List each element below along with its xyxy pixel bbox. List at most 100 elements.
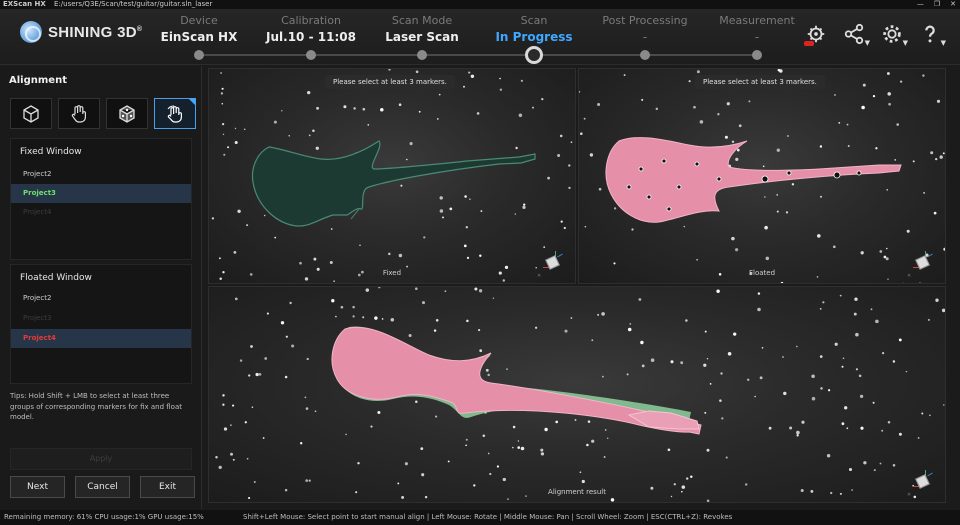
step-value: Laser Scan (385, 30, 459, 44)
orientation-gizmo-icon[interactable]: ✕ (907, 470, 933, 498)
marker-dot (583, 117, 586, 120)
step-dot[interactable] (417, 50, 427, 60)
step-dot[interactable] (194, 50, 204, 60)
marker-dot (912, 160, 915, 163)
marker-dot (776, 210, 779, 213)
minimize-button[interactable]: — (917, 0, 924, 9)
step-scan-mode[interactable]: Scan Mode Laser Scan (357, 14, 487, 45)
status-bar: Remaining memory: 61% CPU usage:1% GPU u… (0, 510, 960, 525)
cube-align-icon[interactable] (10, 98, 52, 129)
marker-dot (230, 424, 232, 427)
marker-dot (733, 332, 737, 336)
marker-dot (738, 124, 742, 128)
marker-dot (465, 444, 467, 447)
marker-dot (859, 394, 864, 399)
marker-dot (819, 308, 822, 310)
marker-dot (613, 262, 616, 265)
fixed-project-item-selected[interactable]: Project3 (11, 184, 191, 203)
marker-dot (439, 209, 444, 213)
marker-align-icon[interactable] (106, 98, 148, 129)
marker-dot (655, 107, 659, 111)
floated-viewport[interactable]: Please select at least 3 markers. Floate… (578, 68, 946, 284)
marker-dot (641, 98, 644, 101)
marker-dot (335, 315, 337, 318)
share-icon[interactable]: ▼ (842, 23, 870, 47)
remote-service-icon[interactable] (804, 23, 828, 47)
fixed-guitar-model (251, 140, 536, 227)
marker-dot (761, 346, 764, 349)
floated-project-item-disabled: Project3 (23, 314, 52, 322)
marker-dot (613, 207, 617, 210)
step-dot-current[interactable] (525, 46, 543, 64)
marker-dot (515, 146, 518, 150)
apply-button[interactable]: Apply (10, 448, 192, 470)
floated-project-item-selected[interactable]: Project4 (11, 329, 191, 348)
step-dot[interactable] (640, 50, 650, 60)
help-icon[interactable]: ▼ (918, 23, 946, 47)
marker-dot (873, 469, 876, 472)
marker-dot (721, 417, 724, 420)
floated-project-item[interactable]: Project2 (11, 289, 191, 308)
marker-dot (465, 438, 468, 441)
step-post-processing[interactable]: Post Processing - (580, 14, 710, 45)
marker-dot (894, 159, 897, 161)
marker-dot (421, 473, 425, 477)
cancel-button[interactable]: Cancel (75, 476, 130, 498)
marker-dot (423, 236, 426, 239)
exit-button[interactable]: Exit (140, 476, 195, 498)
marker-dot (244, 421, 247, 424)
marker-dot (927, 318, 930, 321)
settings-icon[interactable]: ▼ (880, 23, 908, 47)
marker-dot (438, 93, 441, 96)
marker-dot (388, 252, 391, 256)
step-device[interactable]: Device EinScan HX (134, 14, 264, 45)
fixed-viewport[interactable]: Please select at least 3 markers. Fixed … (208, 68, 576, 284)
marker-dot (696, 70, 700, 74)
fixed-project-item[interactable]: Project2 (11, 165, 191, 184)
orientation-gizmo-icon[interactable]: ✕ (537, 251, 563, 279)
step-dot[interactable] (306, 50, 316, 60)
marker-dot (736, 148, 740, 152)
step-dot[interactable] (752, 50, 762, 60)
marker-dot (861, 105, 865, 110)
marker-dot (603, 456, 606, 458)
marker-dot (597, 313, 600, 316)
fixed-window-title: Fixed Window (20, 147, 82, 157)
marker-dot (872, 94, 876, 98)
marker-dot (404, 462, 408, 466)
marker-dot (470, 74, 475, 79)
marker-dot (362, 107, 366, 111)
marker-dot (401, 495, 405, 499)
marker-dot (579, 471, 582, 474)
project-path: E:/users/Q3E/Scan/test/guitar/guitar.sln… (54, 0, 213, 8)
orientation-gizmo-icon[interactable]: ✕ (907, 251, 933, 279)
close-button[interactable]: ✕ (950, 0, 956, 9)
manual-align-icon[interactable] (154, 98, 196, 129)
marker-dot (359, 244, 361, 246)
marker-dot (858, 374, 862, 378)
marker-dot (820, 387, 823, 390)
marker-dot (898, 338, 902, 342)
app-name: EXScan HX (3, 0, 46, 8)
marker-dot (847, 145, 850, 147)
marker-dot (783, 391, 787, 396)
alignment-result-viewport[interactable]: Alignment result ✕ (208, 286, 946, 503)
fixed-viewport-label: Fixed (382, 269, 402, 277)
marker-dot (489, 472, 492, 476)
next-button[interactable]: Next (10, 476, 65, 498)
marker-dot (704, 411, 707, 414)
marker-dot (415, 70, 419, 74)
marker-dot (626, 373, 629, 376)
step-measurement[interactable]: Measurement - (692, 14, 822, 45)
marker-dot (597, 103, 601, 106)
marker-dot (598, 187, 602, 191)
marker-dot (832, 245, 836, 249)
marker-dot (307, 90, 311, 95)
floated-window-list: Floated Window Project2 Project3 Project… (10, 264, 192, 384)
hand-select-icon[interactable] (58, 98, 100, 129)
marker-dot (315, 146, 319, 150)
marker-dot (716, 289, 720, 293)
maximize-button[interactable]: ❐ (934, 0, 940, 9)
marker-dot (618, 502, 621, 503)
marker-dot (875, 319, 879, 324)
